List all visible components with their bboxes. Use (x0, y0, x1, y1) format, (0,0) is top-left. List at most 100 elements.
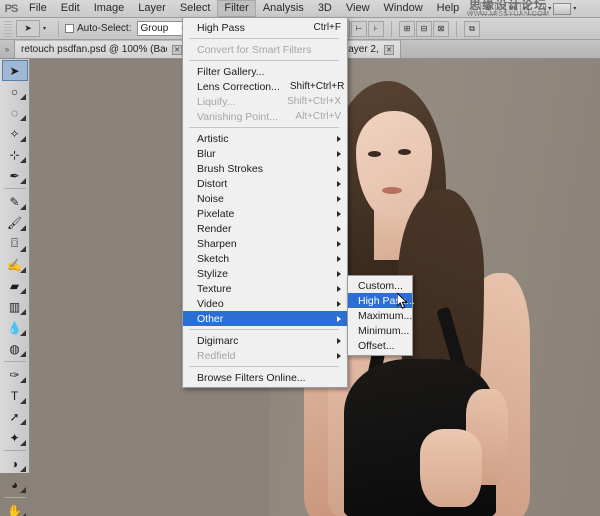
menu-select[interactable]: Select (173, 0, 218, 17)
menu-image[interactable]: Image (87, 0, 132, 17)
filter-menu-item-video[interactable]: Video (183, 296, 347, 311)
3d-rotate-tool-icon[interactable]: ◑ (2, 453, 28, 474)
options-bar-grip[interactable] (4, 20, 12, 37)
history-brush-tool-icon[interactable]: ✍ (2, 254, 28, 275)
close-icon[interactable]: ✕ (172, 44, 182, 55)
distribute-top-button[interactable]: ⊞ (399, 20, 415, 37)
filter-menu-item-distort[interactable]: Distort (183, 176, 347, 191)
align-center-h-button[interactable]: ⊢ (351, 20, 367, 37)
submenu-arrow-icon (337, 150, 341, 157)
auto-align-button[interactable]: ⧉ (464, 20, 480, 37)
filter-menu-item-brush-strokes[interactable]: Brush Strokes (183, 161, 347, 176)
tool-more-indicator (19, 487, 26, 493)
menu-3d[interactable]: 3D (311, 0, 339, 17)
menu-item-label: Digimarc (197, 334, 239, 347)
brush-tool-icon[interactable]: 🖌 (2, 212, 28, 233)
menu-file[interactable]: File (22, 0, 54, 17)
filter-menu-item-browse-filters-online[interactable]: Browse Filters Online... (183, 370, 347, 385)
3d-orbit-tool-icon[interactable]: ◕ (2, 474, 28, 495)
auto-select-checkbox[interactable] (65, 24, 75, 33)
filter-menu-item-pixelate[interactable]: Pixelate (183, 206, 347, 221)
submenu-arrow-icon (337, 315, 341, 322)
move-tool-icon[interactable]: ➤ (16, 20, 40, 37)
filter-menu-item-render[interactable]: Render (183, 221, 347, 236)
clone-stamp-tool-icon[interactable]: ⌼ (2, 233, 28, 254)
filter-menu-item-sketch[interactable]: Sketch (183, 251, 347, 266)
other-submenu-item-offset[interactable]: Offset... (348, 338, 412, 353)
dodge-tool-icon[interactable]: ◍ (2, 338, 28, 359)
distribute-bottom-button[interactable]: ⊠ (433, 20, 449, 37)
shape-tool-icon[interactable]: ✦ (2, 427, 28, 448)
filter-menu-item-vanishing-point[interactable]: Vanishing Point... Alt+Ctrl+V (183, 109, 347, 124)
menu-window[interactable]: Window (377, 0, 430, 17)
filter-menu-item-digimarc[interactable]: Digimarc (183, 333, 347, 348)
filter-menu-item-stylize[interactable]: Stylize (183, 266, 347, 281)
auto-select-scope-dropdown[interactable]: Group ▾ (136, 21, 189, 36)
filter-menu-item-texture[interactable]: Texture (183, 281, 347, 296)
menu-separator (189, 127, 339, 128)
bridge-icon[interactable]: Br (480, 2, 497, 15)
close-icon[interactable]: ✕ (384, 44, 394, 55)
marquee-tool-icon[interactable]: ○ (2, 81, 28, 102)
photoshop-logo: PS (4, 2, 19, 15)
menu-help[interactable]: Help (430, 0, 467, 17)
filter-menu-item-redfield[interactable]: Redfield (183, 348, 347, 363)
type-tool-icon[interactable]: T (2, 385, 28, 406)
menu-item-label: Filter Gallery... (197, 65, 265, 78)
lasso-tool-icon[interactable]: ◌ (2, 102, 28, 123)
pen-tool-icon[interactable]: ✑ (2, 364, 28, 385)
other-submenu[interactable]: Custom... High Pass... Maximum... Minimum..… (347, 275, 415, 356)
other-submenu-item-maximum[interactable]: Maximum... (348, 308, 412, 323)
chevron-down-icon[interactable]: ▾ (548, 5, 551, 12)
menu-analysis[interactable]: Analysis (256, 0, 311, 17)
eraser-tool-icon[interactable]: ▰ (2, 275, 28, 296)
figure-hand-left (420, 429, 482, 507)
menu-item-label: High Pass... (358, 294, 415, 307)
distribute-middle-button[interactable]: ⊟ (416, 20, 432, 37)
filter-menu-item-filter-gallery[interactable]: Filter Gallery... (183, 64, 347, 79)
tool-preset-chevron-icon[interactable]: ▾ (43, 25, 46, 32)
filter-menu-item-artistic[interactable]: Artistic (183, 131, 347, 146)
crop-tool-icon[interactable]: ⊹ (2, 144, 28, 165)
healing-brush-tool-icon[interactable]: ✎ (2, 191, 28, 212)
filter-menu-item-liquify[interactable]: Liquify... Shift+Ctrl+X (183, 94, 347, 109)
workspace-switcher[interactable]: MB ▾ ▾ ▾ (502, 2, 576, 15)
submenu-arrow-icon (337, 210, 341, 217)
tab-bar-grip[interactable]: » (0, 40, 14, 58)
menu-filter[interactable]: Filter (217, 0, 256, 17)
filter-menu-item-sharpen[interactable]: Sharpen (183, 236, 347, 251)
workspace-menu-icon[interactable]: MB (505, 2, 522, 15)
filter-menu-item-high-pass[interactable]: High Pass Ctrl+F (183, 20, 347, 35)
path-selection-tool-icon[interactable]: ➚ (2, 406, 28, 427)
chevron-down-icon[interactable]: ▾ (523, 5, 526, 12)
filter-menu-item-blur[interactable]: Blur (183, 146, 347, 161)
other-submenu-item-minimum[interactable]: Minimum... (348, 323, 412, 338)
screen-mode-icon[interactable] (528, 2, 547, 15)
quick-selection-tool-icon[interactable]: ✧ (2, 123, 28, 144)
eyedropper-tool-icon[interactable]: ✒ (2, 165, 28, 186)
align-right-button[interactable]: ⊦ (368, 20, 384, 37)
filter-menu-dropdown[interactable]: High Pass Ctrl+F Convert for Smart Filters… (182, 17, 348, 388)
filter-menu-item-lens-correction[interactable]: Lens Correction... Shift+Ctrl+R (183, 79, 347, 94)
menu-edit[interactable]: Edit (54, 0, 87, 17)
submenu-arrow-icon (337, 300, 341, 307)
document-tab[interactable]: retouch psdfan.psd @ 100% (Backgroun ✕ (14, 40, 189, 58)
menu-layer[interactable]: Layer (131, 0, 173, 17)
arrange-documents-icon[interactable] (553, 2, 572, 15)
filter-menu-item-convert-for-smart-filters[interactable]: Convert for Smart Filters (183, 42, 347, 57)
chevron-down-icon[interactable]: ▾ (573, 5, 576, 12)
filter-menu-item-other[interactable]: Other (183, 311, 347, 326)
menu-view[interactable]: View (339, 0, 377, 17)
move-tool-icon[interactable]: ➤ (1, 60, 28, 81)
filter-menu-item-noise[interactable]: Noise (183, 191, 347, 206)
blur-tool-icon[interactable]: 💧 (2, 317, 28, 338)
other-submenu-item-custom[interactable]: Custom... (348, 278, 412, 293)
gradient-tool-icon[interactable]: ▥ (2, 296, 28, 317)
hand-tool-icon[interactable]: ✋ (2, 500, 28, 516)
menu-item-label: Pixelate (197, 207, 235, 220)
tool-more-indicator (19, 351, 26, 357)
menu-item-label: Stylize (197, 267, 228, 280)
tool-more-indicator (19, 330, 26, 336)
submenu-arrow-icon (337, 135, 341, 142)
other-submenu-item-high-pass[interactable]: High Pass... (348, 293, 415, 308)
